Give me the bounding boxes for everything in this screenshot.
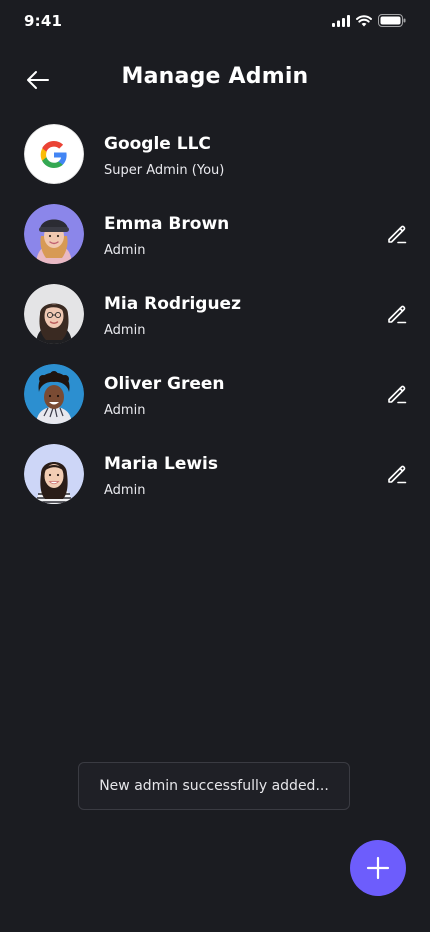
oliver-green-avatar-icon xyxy=(24,364,84,424)
wifi-icon xyxy=(356,14,372,26)
battery-icon xyxy=(378,14,406,27)
admin-role: Admin xyxy=(104,322,146,338)
admin-name: Google LLC xyxy=(104,133,211,154)
status-time: 9:41 xyxy=(24,12,63,30)
pencil-icon xyxy=(388,385,407,404)
admin-role: Admin xyxy=(104,402,146,418)
admin-info: Mia Rodriguez Admin xyxy=(104,290,384,339)
avatar xyxy=(24,444,84,504)
admin-info: Maria Lewis Admin xyxy=(104,450,384,499)
pencil-icon xyxy=(388,305,407,324)
plus-icon xyxy=(366,856,390,880)
admin-row-emma-brown[interactable]: Emma Brown Admin xyxy=(24,204,407,264)
manage-admin-screen: 9:41 Manage Admin Google LLC Super Admin… xyxy=(0,0,430,932)
google-logo-icon xyxy=(24,124,84,184)
toast-notification: New admin successfully added... xyxy=(78,762,350,810)
admin-name: Emma Brown xyxy=(104,213,230,234)
avatar xyxy=(24,204,84,264)
pencil-icon xyxy=(388,225,407,244)
emma-brown-avatar-icon xyxy=(24,204,84,264)
admin-row-mia-rodriguez[interactable]: Mia Rodriguez Admin xyxy=(24,284,407,344)
admin-list: Google LLC Super Admin (You) Emma Brown … xyxy=(24,124,407,524)
admin-name: Maria Lewis xyxy=(104,453,219,474)
admin-row-maria-lewis[interactable]: Maria Lewis Admin xyxy=(24,444,407,504)
avatar xyxy=(24,364,84,424)
edit-admin-button[interactable] xyxy=(384,381,410,407)
admin-name: Mia Rodriguez xyxy=(104,293,241,314)
toast-message: New admin successfully added... xyxy=(99,778,329,794)
admin-name: Oliver Green xyxy=(104,373,225,394)
edit-admin-button[interactable] xyxy=(384,301,410,327)
admin-role: Admin xyxy=(104,482,146,498)
signal-icon xyxy=(332,14,350,27)
pencil-icon xyxy=(388,465,407,484)
add-admin-button[interactable] xyxy=(350,840,406,896)
admin-role: Super Admin (You) xyxy=(104,162,225,178)
avatar xyxy=(24,124,84,184)
edit-admin-button[interactable] xyxy=(384,461,410,487)
edit-admin-button[interactable] xyxy=(384,221,410,247)
admin-row-google-llc[interactable]: Google LLC Super Admin (You) xyxy=(24,124,406,184)
maria-lewis-avatar-icon xyxy=(24,444,84,504)
status-bar: 9:41 xyxy=(0,0,430,44)
avatar xyxy=(24,284,84,344)
admin-info: Google LLC Super Admin (You) xyxy=(104,130,406,179)
status-icons xyxy=(332,14,406,27)
header: Manage Admin xyxy=(0,58,430,102)
admin-info: Oliver Green Admin xyxy=(104,370,384,419)
admin-info: Emma Brown Admin xyxy=(104,210,384,259)
page-title: Manage Admin xyxy=(121,64,309,89)
mia-rodriguez-avatar-icon xyxy=(24,284,84,344)
admin-role: Admin xyxy=(104,242,146,258)
admin-row-oliver-green[interactable]: Oliver Green Admin xyxy=(24,364,407,424)
